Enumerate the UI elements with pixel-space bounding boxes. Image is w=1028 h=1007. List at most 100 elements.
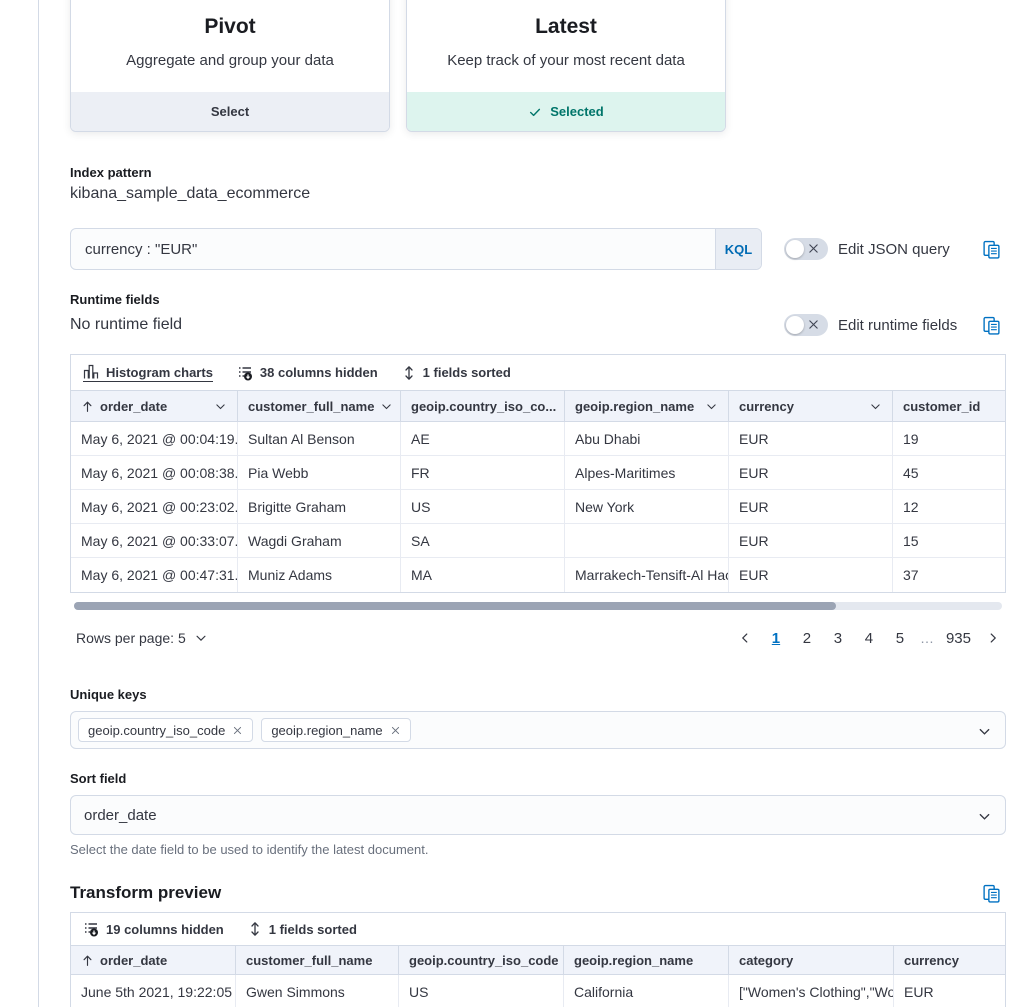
table-row: May 6, 2021 @ 00:47:31... Muniz Adams MA… — [71, 558, 1005, 592]
header-geoip-country-iso-code[interactable]: geoip.country_iso_code — [399, 946, 564, 974]
page-4-button[interactable]: 4 — [858, 625, 880, 651]
cell-currency: EUR — [729, 422, 893, 456]
remove-chip-x-icon[interactable] — [390, 725, 401, 736]
cell-customer-full-name: Muniz Adams — [238, 558, 401, 592]
header-order-date[interactable]: order_date — [71, 946, 236, 974]
header-order-date[interactable]: order_date — [71, 391, 238, 421]
fields-sorted-button[interactable]: 1 fields sorted — [248, 920, 357, 938]
column-menu-chevron-icon[interactable] — [380, 400, 393, 413]
sort-field-select[interactable]: order_date — [70, 795, 1006, 835]
cell-country: SA — [401, 524, 565, 558]
index-pattern-label: Index pattern — [70, 165, 1006, 180]
latest-selected-button[interactable]: Selected — [407, 92, 725, 131]
page-3-button[interactable]: 3 — [827, 625, 849, 651]
transform-preview-title: Transform preview — [70, 883, 221, 903]
copy-preview-clipboard-icon[interactable] — [983, 884, 1000, 903]
fields-sorted-button[interactable]: 1 fields sorted — [402, 364, 511, 382]
toggle-off-x-icon — [807, 318, 820, 331]
cell-currency: EUR — [729, 558, 893, 592]
fields-sorted-label: 1 fields sorted — [423, 365, 511, 380]
columns-icon — [237, 365, 253, 381]
cell-country: US — [399, 975, 564, 1007]
chevron-down-icon[interactable] — [977, 809, 992, 824]
header-customer-id[interactable]: customer_id — [893, 391, 1005, 421]
query-input[interactable] — [71, 229, 715, 269]
header-geoip-region-name[interactable]: geoip.region_name — [565, 391, 729, 421]
sort-field-help-text: Select the date field to be used to iden… — [70, 842, 1006, 857]
latest-card-title: Latest — [407, 15, 725, 39]
page-list: 1 2 3 4 5 … 935 — [734, 625, 1006, 651]
transform-type-cards: Pivot Aggregate and group your data Sele… — [70, 0, 1006, 132]
header-geoip-country-iso-code[interactable]: geoip.country_iso_co... — [401, 391, 565, 421]
edit-json-query-toggle[interactable] — [784, 238, 828, 260]
cell-currency: EUR — [729, 456, 893, 490]
cell-country: US — [401, 490, 565, 524]
chip-label: geoip.country_iso_code — [88, 723, 225, 738]
copy-query-clipboard-icon[interactable] — [983, 240, 1000, 259]
next-page-icon[interactable] — [982, 629, 1004, 647]
columns-hidden-button[interactable]: 19 columns hidden — [83, 920, 224, 938]
rows-per-page-label: Rows per page: 5 — [76, 630, 186, 646]
cell-currency: EUR — [729, 524, 893, 558]
table-row: May 6, 2021 @ 00:23:02... Brigitte Graha… — [71, 490, 1005, 524]
header-currency[interactable]: currency — [729, 391, 893, 421]
table-row: June 5th 2021, 19:22:05 Gwen Simmons US … — [71, 975, 1005, 1007]
cell-order-date: May 6, 2021 @ 00:33:07... — [71, 524, 238, 558]
copy-runtime-clipboard-icon[interactable] — [983, 316, 1000, 335]
rows-per-page-button[interactable]: Rows per page: 5 — [70, 630, 214, 646]
header-customer-full-name[interactable]: customer_full_name — [236, 946, 399, 974]
runtime-fields-value: No runtime field — [70, 316, 182, 334]
cell-customer-id: 19 — [893, 422, 1005, 456]
unique-key-chip: geoip.region_name — [261, 718, 410, 742]
latest-card[interactable]: Latest Keep track of your most recent da… — [406, 0, 726, 132]
header-category[interactable]: category — [729, 946, 894, 974]
pivot-card[interactable]: Pivot Aggregate and group your data Sele… — [70, 0, 390, 132]
column-menu-chevron-icon[interactable] — [705, 400, 718, 413]
pivot-select-label: Select — [211, 104, 249, 119]
columns-hidden-button[interactable]: 38 columns hidden — [237, 364, 378, 382]
unique-keys-combobox[interactable]: geoip.country_iso_code geoip.region_name — [70, 711, 1006, 749]
index-pattern-value: kibana_sample_data_ecommerce — [70, 185, 1006, 203]
source-grid-pagination: Rows per page: 5 1 2 3 4 5 … 935 — [70, 623, 1006, 653]
sort-asc-icon — [81, 954, 94, 967]
column-menu-chevron-icon[interactable] — [869, 400, 882, 413]
cell-order-date: May 6, 2021 @ 00:04:19... — [71, 422, 238, 456]
cell-customer-full-name: Sultan Al Benson — [238, 422, 401, 456]
pivot-card-title: Pivot — [71, 15, 389, 39]
cell-customer-id: 37 — [893, 558, 1005, 592]
pivot-select-button[interactable]: Select — [71, 92, 389, 131]
previous-page-icon[interactable] — [734, 629, 756, 647]
page-1-button[interactable]: 1 — [765, 625, 787, 651]
horizontal-scrollbar — [70, 602, 1006, 610]
chevron-down-icon[interactable] — [977, 724, 992, 739]
preview-data-grid: 19 columns hidden 1 fields sorted order_… — [70, 912, 1006, 1007]
table-row: May 6, 2021 @ 00:33:07... Wagdi Graham S… — [71, 524, 1005, 558]
cell-customer-full-name: Brigitte Graham — [238, 490, 401, 524]
column-menu-chevron-icon[interactable] — [214, 400, 227, 413]
cell-currency: EUR — [729, 490, 893, 524]
pivot-card-description: Aggregate and group your data — [71, 52, 389, 69]
page-2-button[interactable]: 2 — [796, 625, 818, 651]
histogram-icon — [83, 364, 99, 380]
header-currency[interactable]: currency — [894, 946, 1005, 974]
cell-customer-full-name: Pia Webb — [238, 456, 401, 490]
header-geoip-region-name[interactable]: geoip.region_name — [564, 946, 729, 974]
cell-customer-id: 15 — [893, 524, 1005, 558]
header-customer-full-name[interactable]: customer_full_name — [238, 391, 401, 421]
cell-country: AE — [401, 422, 565, 456]
chevron-down-icon — [194, 631, 208, 645]
edit-runtime-fields-toggle[interactable] — [784, 314, 828, 336]
cell-country: FR — [401, 456, 565, 490]
toggle-knob — [786, 316, 804, 334]
cell-order-date: June 5th 2021, 19:22:05 — [71, 975, 236, 1007]
page-5-button[interactable]: 5 — [889, 625, 911, 651]
remove-chip-x-icon[interactable] — [232, 725, 243, 736]
page-last-button[interactable]: 935 — [944, 625, 973, 651]
kql-language-button[interactable]: KQL — [715, 229, 761, 269]
edit-json-query-label: Edit JSON query — [838, 241, 950, 258]
histogram-charts-button[interactable]: Histogram charts — [83, 363, 213, 382]
preview-header-row: order_date customer_full_name geoip.coun… — [71, 946, 1005, 975]
cell-country: MA — [401, 558, 565, 592]
cell-order-date: May 6, 2021 @ 00:47:31... — [71, 558, 238, 592]
scrollbar-thumb[interactable] — [74, 602, 836, 610]
